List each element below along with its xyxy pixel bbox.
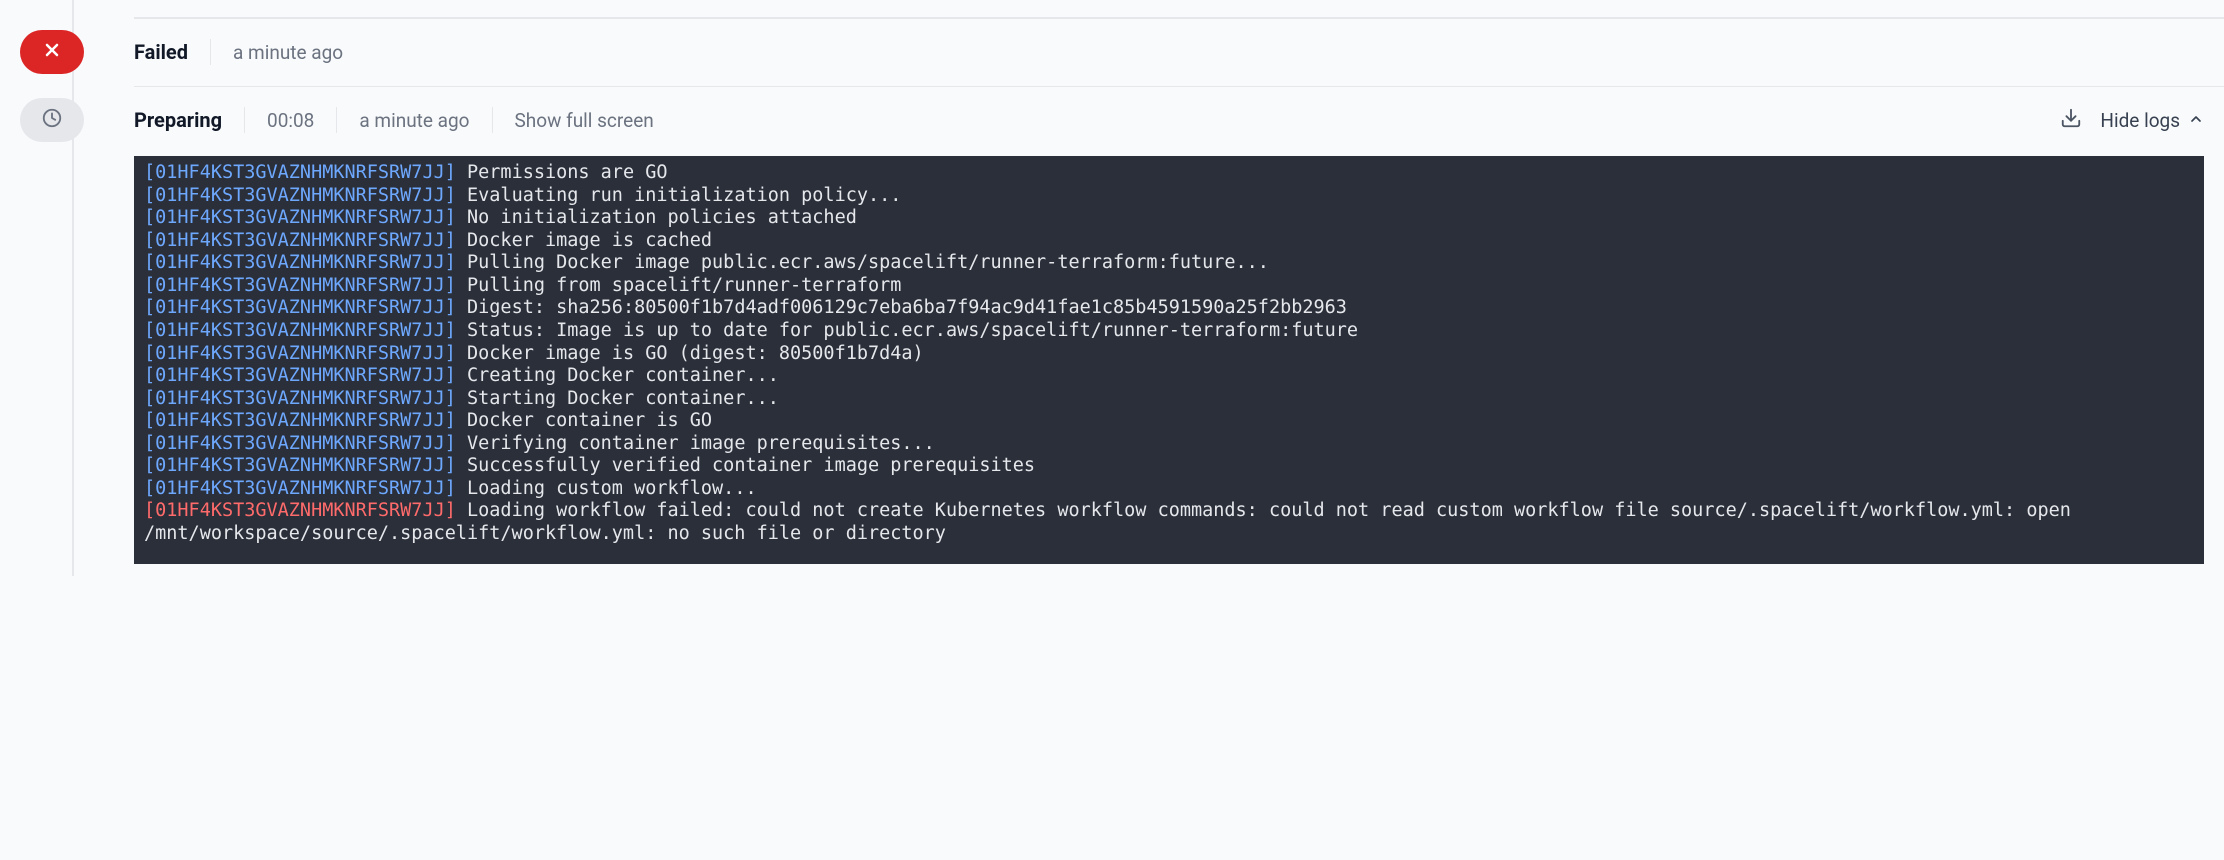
log-tag: [01HF4KST3GVAZNHMKNRFSRW7JJ]	[144, 365, 456, 386]
chevron-up-icon	[2188, 109, 2204, 132]
separator	[244, 107, 245, 133]
log-message: Loading custom workflow...	[456, 478, 757, 499]
log-tag: [01HF4KST3GVAZNHMKNRFSRW7JJ]	[144, 252, 456, 273]
stage-preparing-duration: 00:08	[267, 109, 314, 132]
preparing-badge	[20, 98, 84, 142]
log-line: [01HF4KST3GVAZNHMKNRFSRW7JJ] Creating Do…	[144, 365, 2194, 388]
log-message: Successfully verified container image pr…	[456, 455, 1035, 476]
log-tag: [01HF4KST3GVAZNHMKNRFSRW7JJ]	[144, 162, 456, 183]
failed-badge	[20, 30, 84, 74]
stage-failed-row: Failed a minute ago	[0, 18, 2224, 86]
log-line: [01HF4KST3GVAZNHMKNRFSRW7JJ] Successfull…	[144, 455, 2194, 478]
stage-failed-timestamp: a minute ago	[233, 41, 343, 64]
hide-logs-label: Hide logs	[2100, 109, 2180, 132]
log-line: [01HF4KST3GVAZNHMKNRFSRW7JJ] Evaluating …	[144, 185, 2194, 208]
x-icon	[44, 42, 60, 62]
log-line: [01HF4KST3GVAZNHMKNRFSRW7JJ] Docker imag…	[144, 230, 2194, 253]
stage-preparing-title: Preparing	[134, 108, 222, 132]
log-line: [01HF4KST3GVAZNHMKNRFSRW7JJ] Pulling fro…	[144, 275, 2194, 298]
log-message: Starting Docker container...	[456, 388, 779, 409]
log-tag: [01HF4KST3GVAZNHMKNRFSRW7JJ]	[144, 455, 456, 476]
log-tag: [01HF4KST3GVAZNHMKNRFSRW7JJ]	[144, 275, 456, 296]
separator	[210, 39, 211, 65]
log-message: Digest: sha256:80500f1b7d4adf006129c7eba…	[456, 297, 1347, 318]
log-message: Verifying container image prerequisites.…	[456, 433, 935, 454]
log-line: [01HF4KST3GVAZNHMKNRFSRW7JJ] Loading wor…	[144, 500, 2194, 545]
log-tag: [01HF4KST3GVAZNHMKNRFSRW7JJ]	[144, 388, 456, 409]
log-terminal[interactable]: [01HF4KST3GVAZNHMKNRFSRW7JJ] Permissions…	[134, 156, 2204, 564]
log-message: Status: Image is up to date for public.e…	[456, 320, 1358, 341]
stage-preparing-timestamp: a minute ago	[359, 109, 469, 132]
log-line: [01HF4KST3GVAZNHMKNRFSRW7JJ] Status: Ima…	[144, 320, 2194, 343]
hide-logs-button[interactable]: Hide logs	[2100, 109, 2204, 132]
log-tag: [01HF4KST3GVAZNHMKNRFSRW7JJ]	[144, 185, 456, 206]
separator	[492, 107, 493, 133]
log-message: Docker image is cached	[456, 230, 712, 251]
log-line: [01HF4KST3GVAZNHMKNRFSRW7JJ] No initiali…	[144, 207, 2194, 230]
log-tag-error: [01HF4KST3GVAZNHMKNRFSRW7JJ]	[144, 500, 456, 521]
log-message: Permissions are GO	[456, 162, 668, 183]
separator	[336, 107, 337, 133]
log-message: Docker container is GO	[456, 410, 712, 431]
stage-failed-title: Failed	[134, 40, 188, 64]
clock-icon	[41, 107, 63, 133]
log-tag: [01HF4KST3GVAZNHMKNRFSRW7JJ]	[144, 343, 456, 364]
log-line: [01HF4KST3GVAZNHMKNRFSRW7JJ] Verifying c…	[144, 433, 2194, 456]
log-message: No initialization policies attached	[456, 207, 857, 228]
log-tag: [01HF4KST3GVAZNHMKNRFSRW7JJ]	[144, 297, 456, 318]
log-line: [01HF4KST3GVAZNHMKNRFSRW7JJ] Docker imag…	[144, 343, 2194, 366]
log-tag: [01HF4KST3GVAZNHMKNRFSRW7JJ]	[144, 478, 456, 499]
log-line: [01HF4KST3GVAZNHMKNRFSRW7JJ] Digest: sha…	[144, 297, 2194, 320]
download-logs-button[interactable]	[2060, 107, 2082, 133]
log-tag: [01HF4KST3GVAZNHMKNRFSRW7JJ]	[144, 320, 456, 341]
log-message: Evaluating run initialization policy...	[456, 185, 902, 206]
log-tag: [01HF4KST3GVAZNHMKNRFSRW7JJ]	[144, 433, 456, 454]
log-tag: [01HF4KST3GVAZNHMKNRFSRW7JJ]	[144, 230, 456, 251]
log-message: Creating Docker container...	[456, 365, 779, 386]
log-message: Pulling from spacelift/runner-terraform	[456, 275, 902, 296]
log-line: [01HF4KST3GVAZNHMKNRFSRW7JJ] Permissions…	[144, 162, 2194, 185]
log-line: [01HF4KST3GVAZNHMKNRFSRW7JJ] Loading cus…	[144, 478, 2194, 501]
log-message: Docker image is GO (digest: 80500f1b7d4a…	[456, 343, 924, 364]
log-line: [01HF4KST3GVAZNHMKNRFSRW7JJ] Starting Do…	[144, 388, 2194, 411]
log-line: [01HF4KST3GVAZNHMKNRFSRW7JJ] Docker cont…	[144, 410, 2194, 433]
log-tag: [01HF4KST3GVAZNHMKNRFSRW7JJ]	[144, 410, 456, 431]
stage-preparing-row: Preparing 00:08 a minute ago Show full s…	[0, 86, 2224, 576]
log-message: Pulling Docker image public.ecr.aws/spac…	[456, 252, 1269, 273]
download-icon	[2060, 107, 2082, 133]
log-line: [01HF4KST3GVAZNHMKNRFSRW7JJ] Pulling Doc…	[144, 252, 2194, 275]
show-full-screen-button[interactable]: Show full screen	[515, 109, 654, 132]
log-tag: [01HF4KST3GVAZNHMKNRFSRW7JJ]	[144, 207, 456, 228]
